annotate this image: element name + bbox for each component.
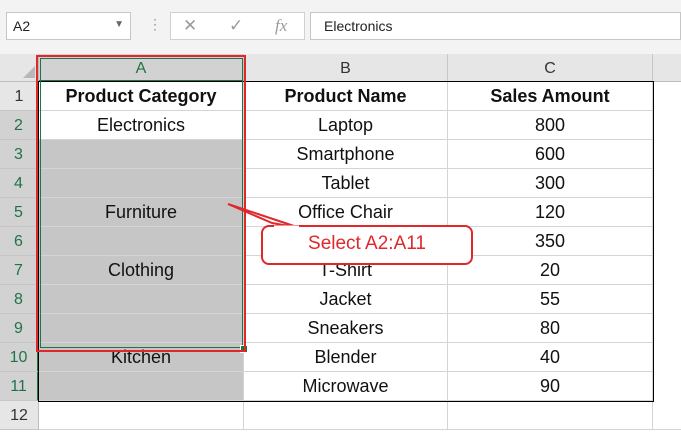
cell-a12[interactable] bbox=[39, 401, 244, 430]
cell-a5[interactable]: Furniture bbox=[39, 198, 244, 227]
cell-a9[interactable] bbox=[39, 314, 244, 343]
cell-b9[interactable]: Sneakers bbox=[244, 314, 448, 343]
row-header[interactable]: 1 bbox=[0, 82, 39, 111]
cell-b12[interactable] bbox=[244, 401, 448, 430]
cancel-icon[interactable]: ✕ bbox=[183, 16, 197, 36]
row-header[interactable]: 7 bbox=[0, 256, 39, 285]
drag-handle-icon[interactable]: ⋮ bbox=[148, 16, 162, 33]
column-header-c[interactable]: C bbox=[448, 54, 653, 82]
column-header-a[interactable]: A bbox=[39, 54, 244, 82]
row-header[interactable]: 11 bbox=[0, 372, 39, 401]
row-header[interactable]: 12 bbox=[0, 401, 39, 430]
cell-c11[interactable]: 90 bbox=[448, 372, 653, 401]
name-box-value: A2 bbox=[13, 18, 31, 34]
cell-b1[interactable]: Product Name bbox=[244, 82, 448, 111]
fill-handle[interactable] bbox=[240, 345, 248, 353]
cell-b2[interactable]: Laptop bbox=[244, 111, 448, 140]
cell-a4[interactable] bbox=[39, 169, 244, 198]
cell-c5[interactable]: 120 bbox=[448, 198, 653, 227]
row-header[interactable]: 6 bbox=[0, 227, 39, 256]
select-all-triangle-icon bbox=[23, 66, 35, 78]
cell-a3[interactable] bbox=[39, 140, 244, 169]
chevron-down-icon[interactable]: ▼ bbox=[114, 19, 124, 30]
cell-c1[interactable]: Sales Amount bbox=[448, 82, 653, 111]
insert-function-icon[interactable]: fx bbox=[275, 16, 287, 36]
row-header[interactable]: 4 bbox=[0, 169, 39, 198]
cell-c6[interactable]: 350 bbox=[448, 227, 653, 256]
cell-b10[interactable]: Blender bbox=[244, 343, 448, 372]
callout-label: Select A2:A11 bbox=[308, 233, 426, 254]
cell-a2[interactable]: Electronics bbox=[39, 111, 244, 140]
row-header[interactable]: 3 bbox=[0, 140, 39, 169]
cell-b3[interactable]: Smartphone bbox=[244, 140, 448, 169]
cell-c2[interactable]: 800 bbox=[448, 111, 653, 140]
row-header[interactable]: 5 bbox=[0, 198, 39, 227]
cell-c7[interactable]: 20 bbox=[448, 256, 653, 285]
enter-icon[interactable]: ✓ bbox=[229, 16, 243, 36]
column-d-cells[interactable] bbox=[653, 82, 681, 430]
cell-b4[interactable]: Tablet bbox=[244, 169, 448, 198]
name-box[interactable]: A2 ▼ bbox=[6, 12, 131, 40]
cell-b8[interactable]: Jacket bbox=[244, 285, 448, 314]
cell-c4[interactable]: 300 bbox=[448, 169, 653, 198]
cell-a1[interactable]: Product Category bbox=[39, 82, 244, 111]
formula-bar-area: A2 ▼ ⋮ ✕ ✓ fx Electronics bbox=[0, 0, 681, 54]
cell-a8[interactable] bbox=[39, 285, 244, 314]
cell-c3[interactable]: 600 bbox=[448, 140, 653, 169]
cell-a10[interactable]: Kitchen bbox=[39, 343, 244, 372]
cell-b5[interactable]: Office Chair bbox=[244, 198, 448, 227]
cell-a6[interactable] bbox=[39, 227, 244, 256]
row-header[interactable]: 9 bbox=[0, 314, 39, 343]
column-header-d[interactable] bbox=[653, 54, 681, 82]
cell-b11[interactable]: Microwave bbox=[244, 372, 448, 401]
row-header[interactable]: 2 bbox=[0, 111, 39, 140]
cell-c12[interactable] bbox=[448, 401, 653, 430]
formula-buttons: ✕ ✓ fx bbox=[170, 12, 305, 40]
cell-c8[interactable]: 55 bbox=[448, 285, 653, 314]
row-header[interactable]: 8 bbox=[0, 285, 39, 314]
row-header[interactable]: 10 bbox=[0, 343, 39, 372]
cell-c10[interactable]: 40 bbox=[448, 343, 653, 372]
formula-content: Electronics bbox=[324, 18, 393, 34]
cell-a7[interactable]: Clothing bbox=[39, 256, 244, 285]
cell-c9[interactable]: 80 bbox=[448, 314, 653, 343]
formula-input[interactable]: Electronics bbox=[310, 12, 681, 40]
cell-a11[interactable] bbox=[39, 372, 244, 401]
select-all-button[interactable] bbox=[0, 54, 39, 82]
column-header-b[interactable]: B bbox=[244, 54, 448, 82]
